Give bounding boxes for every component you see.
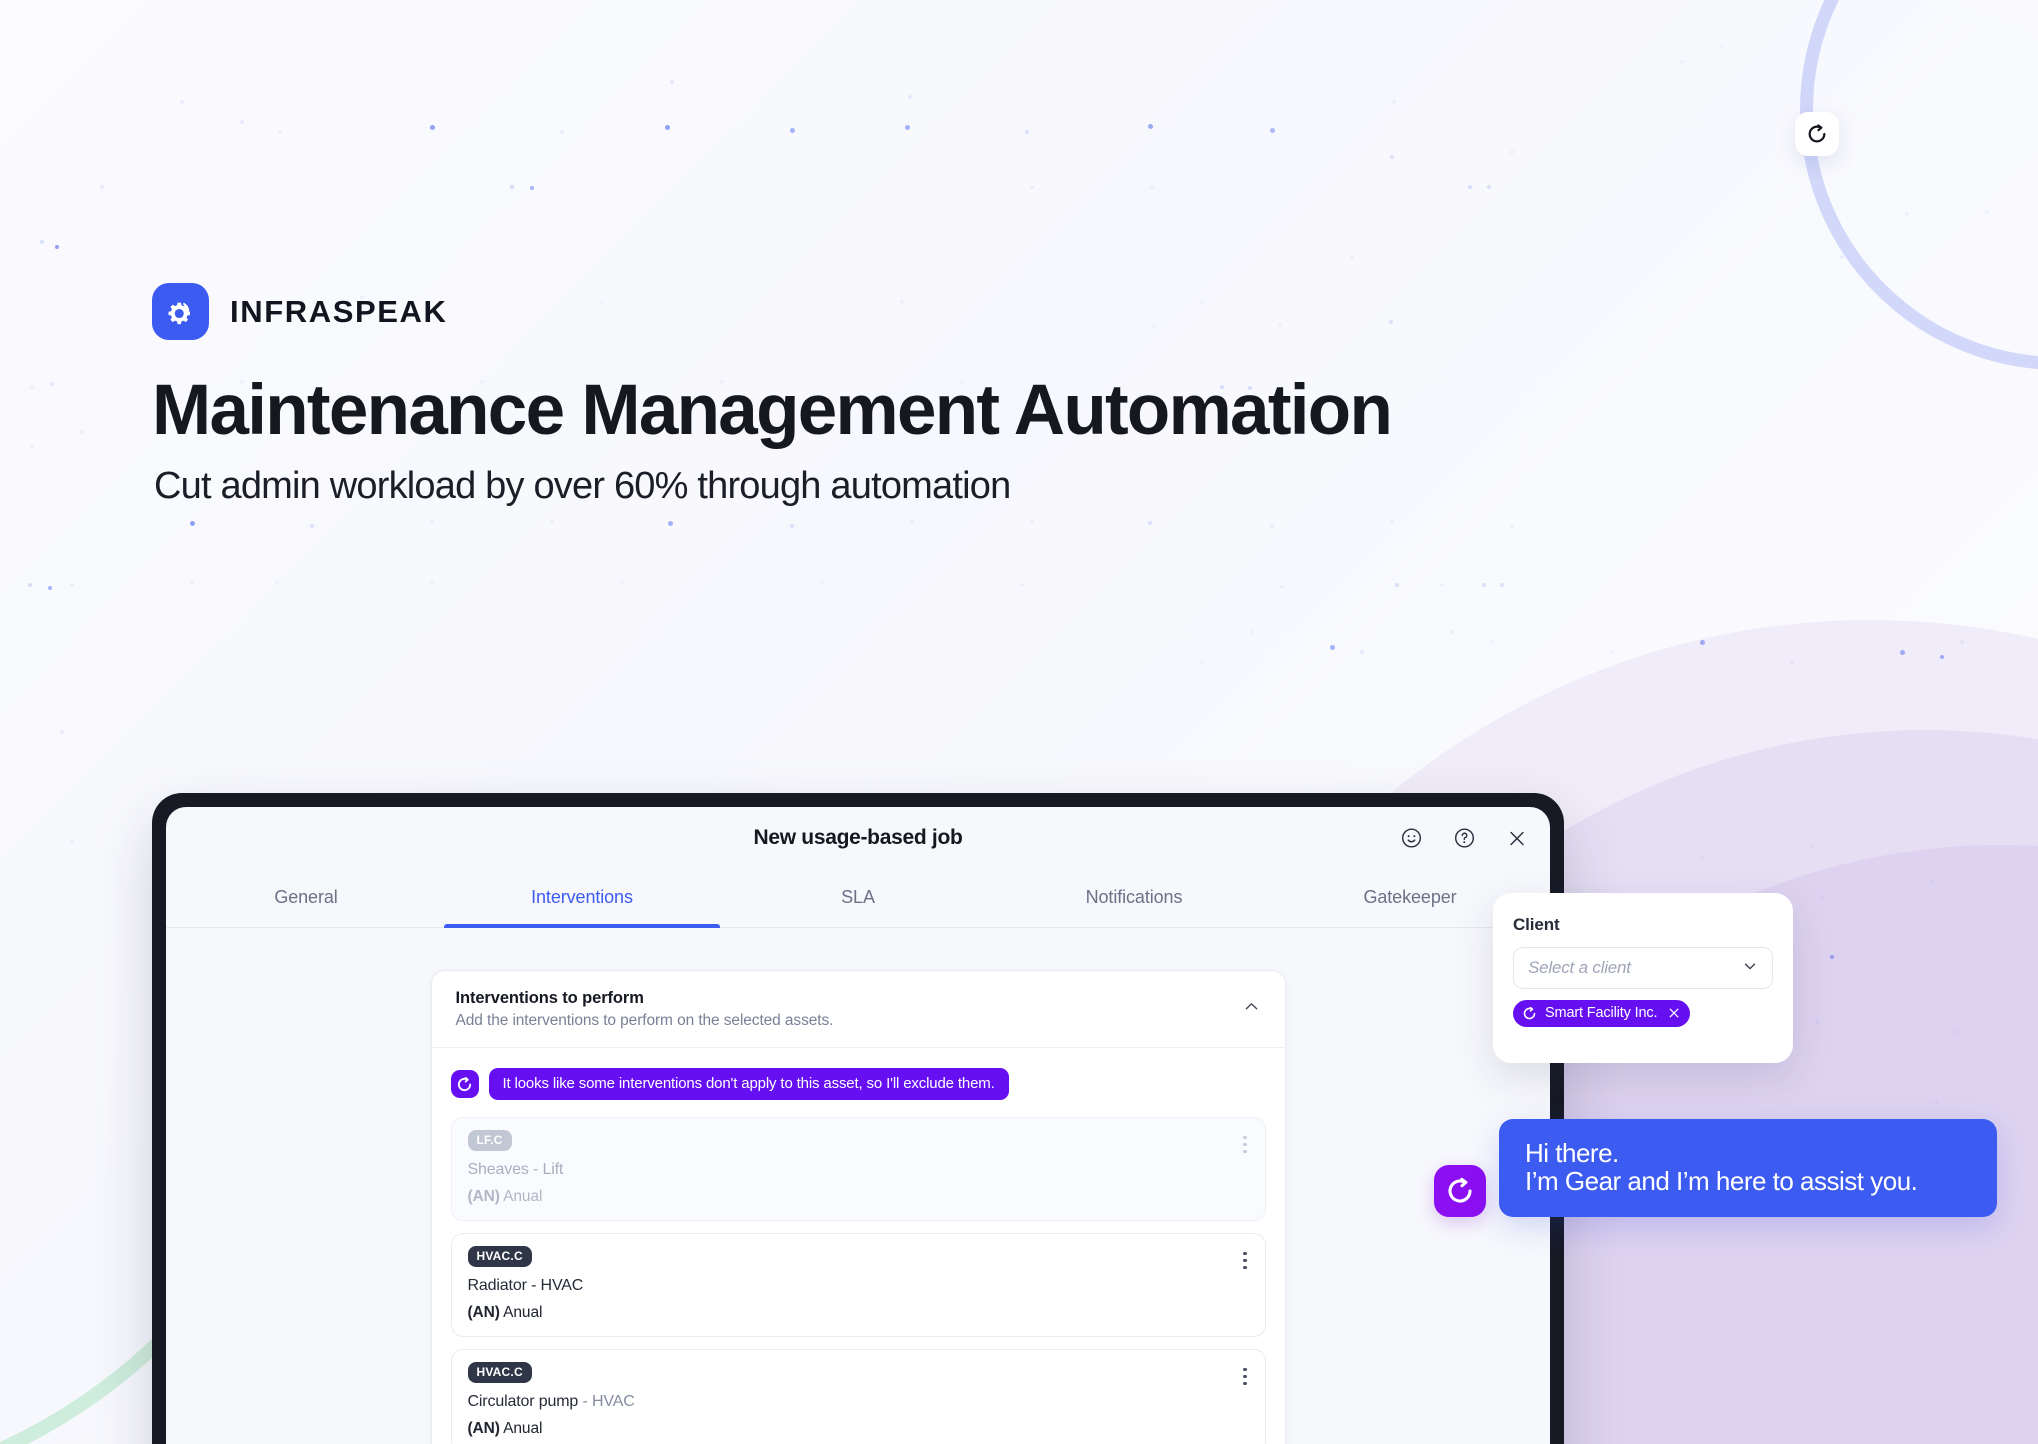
card-subtitle: Add the interventions to perform on the … [455,1012,834,1029]
hero-subheadline: Cut admin workload by over 60% through a… [154,465,1011,507]
modal-header-actions [1400,827,1528,850]
row-menu-icon[interactable] [1239,1132,1250,1157]
gear-loading-icon [1522,1006,1537,1021]
assistant-message-bubble: Hi there. I’m Gear and I’m here to assis… [1499,1119,1997,1218]
intervention-frequency-code: (AN) [467,1304,500,1321]
floating-gear-badge [1795,112,1839,156]
intervention-frequency-label: Anual [503,1420,543,1437]
tab-interventions[interactable]: Interventions [444,869,720,928]
intervention-name: Sheaves - Lift [467,1161,564,1178]
intervention-name-suffix: - HVAC [582,1393,635,1410]
ai-message-bubble: It looks like some interventions don't a… [488,1068,1009,1100]
interventions-card-body: It looks like some interventions don't a… [432,1048,1285,1444]
assistant-avatar [1434,1165,1486,1217]
intervention-tag: HVAC.C [467,1362,532,1383]
intervention-frequency-code: (AN) [467,1420,500,1437]
gear-loading-icon [1808,124,1826,143]
client-label: Client [1513,915,1560,934]
client-popover: Client Select a client Smart Facility In… [1493,893,1793,1063]
ai-suggestion: It looks like some interventions don't a… [450,1068,1266,1100]
decor-blue-ring [1800,0,2038,370]
brand-name: INFRASPEAK [230,293,448,329]
intervention-tag: LF.C [467,1130,512,1151]
modal-title: New usage-based job [753,826,963,849]
modal-header: New usage-based job [166,807,1550,869]
help-icon[interactable] [1453,827,1476,850]
gear-loading-icon [450,1070,479,1098]
page-root: INFRASPEAK Maintenance Management Automa… [0,0,2038,1444]
intervention-name: Radiator - HVAC [467,1277,584,1294]
modal-tabs: General Interventions SLA Notifications … [166,869,1550,928]
gear-loading-icon [1448,1177,1472,1203]
assistant-line-1: Hi there. [1525,1138,1619,1168]
interventions-card-header: Interventions to perform Add the interve… [431,971,1285,1048]
hero-headline: Maintenance Management Automation [152,371,1393,450]
app-window: New usage-based job General Intervention… [166,807,1550,1444]
intervention-row[interactable]: HVAC.C Circulator pump - HVAC (AN) Anual [450,1349,1266,1444]
chevron-down-icon [1741,957,1759,980]
row-menu-icon[interactable] [1239,1248,1250,1273]
intervention-name-main: Circulator pump [467,1393,579,1410]
close-icon[interactable] [1506,827,1528,849]
smiley-icon[interactable] [1400,827,1423,850]
device-frame: New usage-based job General Intervention… [152,793,1564,1444]
intervention-tag: HVAC.C [467,1246,532,1267]
assistant-line-2: I’m Gear and I’m here to assist you. [1525,1166,1918,1197]
client-chip[interactable]: Smart Facility Inc. [1513,1000,1691,1027]
row-menu-icon[interactable] [1239,1364,1250,1389]
intervention-frequency-code: (AN) [467,1188,500,1205]
infraspeak-logo-icon [152,283,209,340]
chevron-up-icon[interactable] [1242,989,1261,1021]
tab-notifications[interactable]: Notifications [996,869,1272,927]
intervention-row[interactable]: HVAC.C Radiator - HVAC (AN) Anual [450,1233,1266,1337]
intervention-row[interactable]: LF.C Sheaves - Lift (AN) Anual [450,1117,1266,1221]
x-icon[interactable] [1667,1006,1681,1020]
tab-sla[interactable]: SLA [720,869,996,927]
card-title: Interventions to perform [455,989,644,1007]
client-select-placeholder: Select a client [1528,958,1631,977]
brand-lockup: INFRASPEAK [152,283,448,340]
intervention-frequency-label: Anual [503,1304,543,1321]
intervention-frequency: (AN) Anual [468,1304,1249,1322]
client-select[interactable]: Select a client [1513,947,1773,989]
intervention-name: Circulator pump - HVAC [468,1393,1249,1411]
client-chip-label: Smart Facility Inc. [1545,1005,1658,1021]
intervention-frequency: (AN) Anual [468,1188,1249,1206]
intervention-frequency-label: Anual [503,1188,543,1205]
tab-general[interactable]: General [168,869,444,927]
interventions-card: Interventions to perform Add the interve… [430,970,1286,1444]
intervention-frequency: (AN) Anual [468,1420,1249,1438]
